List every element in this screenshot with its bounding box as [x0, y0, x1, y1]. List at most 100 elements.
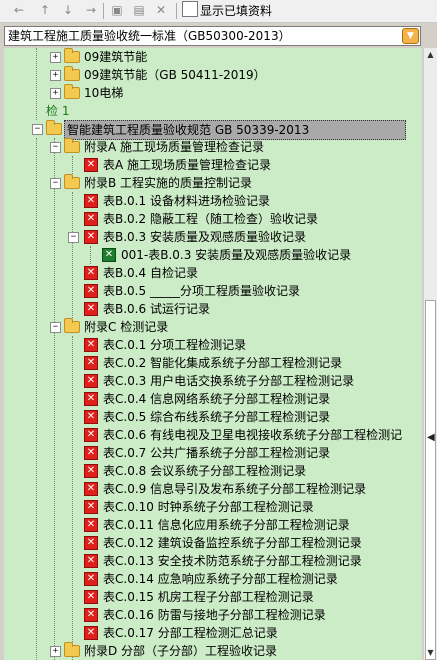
form-red-icon: ✕	[84, 590, 98, 604]
tree-item-label: 表C.0.3 用户电话交换系统子分部工程检测记录	[103, 374, 355, 388]
collapse-icon[interactable]: −	[50, 322, 61, 333]
tree-item[interactable]: ✕ 表B.0.1 设备材料进场检验记录	[4, 192, 422, 210]
tree-item[interactable]: ✕ 表C.0.2 智能化集成系统子分部工程检测记录	[4, 354, 422, 372]
tree-item[interactable]: ✕ 表C.0.9 信息导引及发布系统子分部工程检测记录	[4, 480, 422, 498]
tree-item-label: 10电梯	[84, 86, 124, 100]
folder-open-icon	[64, 174, 80, 189]
tree-item[interactable]: ✕ 表C.0.12 建筑设备监控系统子分部工程检测记录	[4, 534, 422, 552]
arrow-right-icon[interactable]: →	[84, 3, 98, 17]
tree-view[interactable]: + 09建筑节能 + 09建筑节能（GB 50411-2019） + 10电梯 …	[4, 48, 422, 660]
standard-select-value: 建筑工程施工质量验收统一标准（GB50300-2013）	[8, 29, 291, 43]
tree-item-label: 表C.0.13 安全技术防范系统子分部工程检测记录	[103, 554, 362, 568]
tree-item-label: 表B.0.3 安装质量及观感质量验收记录	[103, 230, 306, 244]
toolbar-separator	[103, 3, 104, 19]
tree-item[interactable]: ✕ 表C.0.3 用户电话交换系统子分部工程检测记录	[4, 372, 422, 390]
form-red-icon: ✕	[84, 410, 98, 424]
arrow-left-icon[interactable]: ←	[12, 3, 26, 17]
tree-item-label: 表C.0.16 防雷与接地子分部工程检测记录	[103, 608, 326, 622]
vertical-scrollbar[interactable]: ▲ ▼	[424, 48, 437, 660]
tree-item[interactable]: − 附录C 检测记录	[4, 318, 422, 336]
scroll-down-icon[interactable]: ▼	[424, 646, 437, 660]
tree-item-label: 表C.0.5 综合布线系统子分部工程检测记录	[103, 410, 331, 424]
collapse-icon[interactable]: −	[50, 142, 61, 153]
tree-item-label: 表C.0.9 信息导引及发布系统子分部工程检测记录	[103, 482, 367, 496]
tree-item[interactable]: ✕ 表C.0.17 分部工程检测汇总记录	[4, 624, 422, 642]
tree-item-label: 表A 施工现场质量管理检查记录	[103, 158, 272, 172]
tree-item[interactable]: − ✕ 表B.0.3 安装质量及观感质量验收记录	[4, 228, 422, 246]
form-red-icon: ✕	[84, 338, 98, 352]
standard-select[interactable]: 建筑工程施工质量验收统一标准（GB50300-2013） ▼	[4, 26, 421, 46]
tree-item[interactable]: ✕ 表C.0.15 机房工程子分部工程检测记录	[4, 588, 422, 606]
show-filled-button[interactable]: 显示已填资料	[182, 1, 272, 20]
form-red-icon: ✕	[84, 518, 98, 532]
form-red-icon: ✕	[84, 158, 98, 172]
tree-item-label: 表C.0.2 智能化集成系统子分部工程检测记录	[103, 356, 343, 370]
tree-item[interactable]: ✕ 表B.0.4 自检记录	[4, 264, 422, 282]
tree-item[interactable]: + 10电梯	[4, 84, 422, 102]
tree-item[interactable]: 检 1	[4, 102, 422, 120]
tree-item-selected[interactable]: − 智能建筑工程质量验收规范 GB 50339-2013	[4, 120, 422, 140]
paste-icon[interactable]: ▤	[132, 3, 146, 17]
tree-item-label: 表B.0.5 _____分项工程质量验收记录	[103, 284, 300, 298]
copy-icon[interactable]: ▣	[110, 3, 124, 17]
scroll-up-icon[interactable]: ▲	[424, 48, 437, 62]
folder-icon	[64, 48, 80, 63]
tree-item-label: 表C.0.10 时钟系统子分部工程检测记录	[103, 500, 314, 514]
tree-item[interactable]: + 附录D 分部（子分部）工程验收记录	[4, 642, 422, 660]
tree-item[interactable]: ✕ 001-表B.0.3 安装质量及观感质量验收记录	[4, 246, 422, 264]
tree-item[interactable]: ✕ 表C.0.4 信息网络系统子分部工程检测记录	[4, 390, 422, 408]
expand-icon[interactable]: +	[50, 646, 61, 657]
tree-item[interactable]: ✕ 表C.0.13 安全技术防范系统子分部工程检测记录	[4, 552, 422, 570]
tree-item[interactable]: ✕ 表C.0.5 综合布线系统子分部工程检测记录	[4, 408, 422, 426]
tree-item[interactable]: ✕ 表B.0.5 _____分项工程质量验收记录	[4, 282, 422, 300]
form-red-icon: ✕	[84, 266, 98, 280]
form-red-icon: ✕	[84, 356, 98, 370]
tree-item[interactable]: ✕ 表C.0.1 分项工程检测记录	[4, 336, 422, 354]
tree-item[interactable]: ✕ 表B.0.6 试运行记录	[4, 300, 422, 318]
tree-item-label: 表C.0.15 机房工程子分部工程检测记录	[103, 590, 314, 604]
tree-item[interactable]: ✕ 表C.0.14 应急响应系统子分部工程检测记录	[4, 570, 422, 588]
tree-item[interactable]: ✕ 表C.0.16 防雷与接地子分部工程检测记录	[4, 606, 422, 624]
expand-icon[interactable]: +	[50, 88, 61, 99]
form-red-icon: ✕	[84, 194, 98, 208]
tree-item-label: 表B.0.1 设备材料进场检验记录	[103, 194, 270, 208]
tree-item-label: 表C.0.17 分部工程检测汇总记录	[103, 626, 278, 640]
tree-item[interactable]: ✕ 表C.0.11 信息化应用系统子分部工程检测记录	[4, 516, 422, 534]
tree-item-label: 附录D 分部（子分部）工程验收记录	[84, 644, 278, 658]
collapse-icon[interactable]: −	[32, 124, 43, 135]
form-red-icon: ✕	[84, 464, 98, 478]
arrow-down-icon[interactable]: ↓	[61, 3, 75, 17]
document-icon	[182, 1, 198, 17]
tree-item-label: 表B.0.2 隐蔽工程（随工检查）验收记录	[103, 212, 318, 226]
form-red-icon: ✕	[84, 536, 98, 550]
tree-item[interactable]: − 附录B 工程实施的质量控制记录	[4, 174, 422, 192]
tree-item[interactable]: ✕ 表C.0.8 会议系统子分部工程检测记录	[4, 462, 422, 480]
tree-item-label: 表C.0.8 会议系统子分部工程检测记录	[103, 464, 307, 478]
tree-item-label: 表C.0.6 有线电视及卫星电视接收系统子分部工程检测记	[103, 428, 403, 442]
tree-item-label: 智能建筑工程质量验收规范 GB 50339-2013	[64, 120, 406, 140]
collapse-icon[interactable]: −	[68, 232, 79, 243]
tree-item[interactable]: − 附录A 施工现场质量管理检查记录	[4, 138, 422, 156]
show-filled-label: 显示已填资料	[200, 4, 273, 18]
form-red-icon: ✕	[84, 284, 98, 298]
chevron-down-icon[interactable]: ▼	[402, 28, 419, 44]
scrollbar-thumb[interactable]	[425, 300, 436, 660]
expand-icon[interactable]: +	[50, 52, 61, 63]
tree-item[interactable]: + 09建筑节能（GB 50411-2019）	[4, 66, 422, 84]
form-red-icon: ✕	[84, 554, 98, 568]
tree-item[interactable]: ✕ 表A 施工现场质量管理检查记录	[4, 156, 422, 174]
folder-icon	[64, 642, 80, 657]
collapse-icon[interactable]: −	[50, 178, 61, 189]
tree-item[interactable]: ✕ 表C.0.10 时钟系统子分部工程检测记录	[4, 498, 422, 516]
splitter-arrow-icon[interactable]: ◀	[427, 432, 435, 443]
form-red-icon: ✕	[84, 374, 98, 388]
tree-item[interactable]: + 09建筑节能	[4, 48, 422, 66]
arrow-up-icon[interactable]: ↑	[38, 3, 52, 17]
form-green-icon: ✕	[102, 248, 116, 262]
tree-item[interactable]: ✕ 表C.0.7 公共广播系统子分部工程检测记录	[4, 444, 422, 462]
expand-icon[interactable]: +	[50, 70, 61, 81]
form-red-icon: ✕	[84, 608, 98, 622]
tree-item[interactable]: ✕ 表B.0.2 隐蔽工程（随工检查）验收记录	[4, 210, 422, 228]
tree-item[interactable]: ✕ 表C.0.6 有线电视及卫星电视接收系统子分部工程检测记	[4, 426, 422, 444]
close-icon[interactable]: ✕	[154, 3, 168, 17]
